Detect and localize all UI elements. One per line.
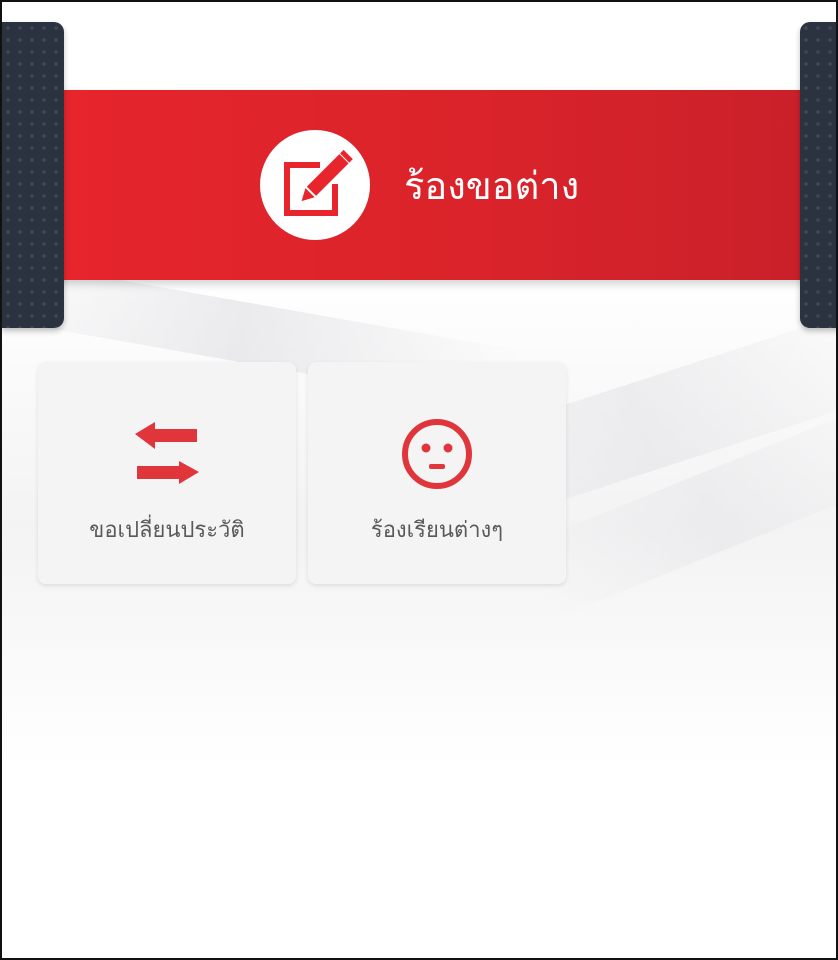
swap-arrows-icon — [127, 414, 207, 494]
header-content: ร้องขอต่าง — [260, 130, 579, 240]
right-side-tab[interactable] — [800, 22, 836, 328]
background-sweep — [520, 403, 836, 621]
complaints-card[interactable]: ร้องเรียนต่างๆ — [308, 362, 566, 584]
card-label: ขอเปลี่ยนประวัติ — [89, 518, 245, 543]
page-title: ร้องขอต่าง — [404, 163, 580, 208]
card-label: ร้องเรียนต่างๆ — [370, 518, 504, 543]
change-profile-card[interactable]: ขอเปลี่ยนประวัติ — [38, 362, 296, 584]
header-banner: ร้องขอต่าง — [2, 90, 836, 280]
app-screen: ร้องขอต่าง ขอเปลี่ยนประวัติ ร้องเรียนต่า… — [0, 0, 838, 960]
edit-icon — [260, 130, 370, 240]
menu-grid: ขอเปลี่ยนประวัติ ร้องเรียนต่างๆ — [38, 362, 566, 584]
neutral-face-icon — [397, 414, 477, 494]
left-side-tab[interactable] — [2, 22, 64, 328]
